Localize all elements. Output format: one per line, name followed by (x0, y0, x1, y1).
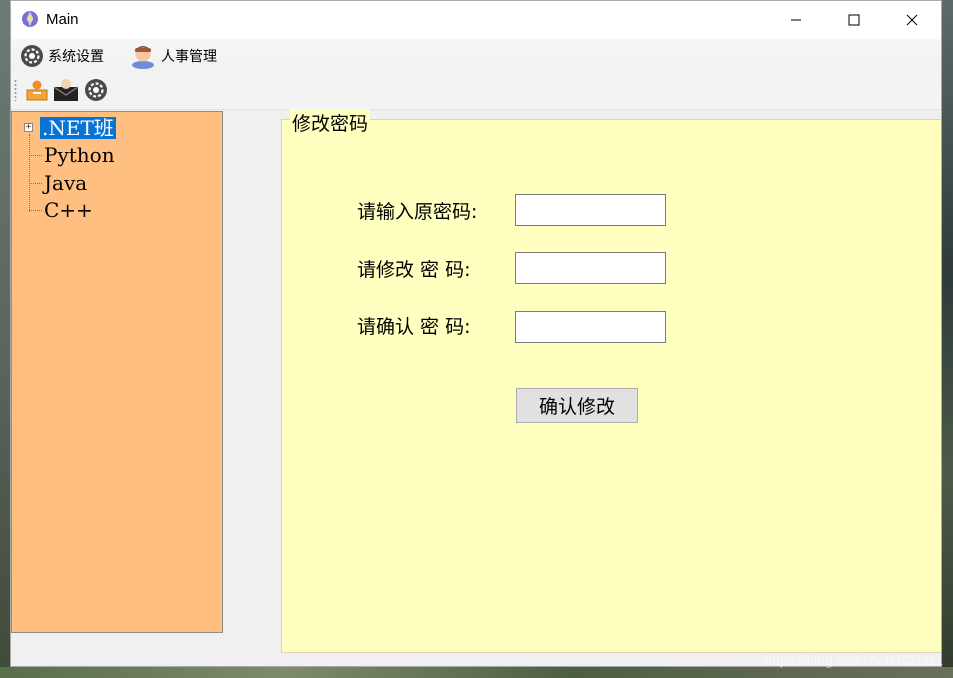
maximize-icon (848, 14, 860, 26)
tree-node[interactable]: Python (42, 144, 117, 166)
tree-node-label: Python (44, 143, 115, 167)
confirm-change-button[interactable]: 确认修改 (516, 388, 638, 423)
window-title: Main (46, 11, 79, 28)
gear-icon (85, 79, 107, 101)
minimize-icon (791, 19, 801, 21)
toolbar-settings-button[interactable] (83, 77, 109, 103)
tree-connector-line (29, 134, 30, 212)
person-icon (132, 46, 154, 69)
maximize-button[interactable] (825, 1, 883, 39)
minimize-button[interactable] (767, 1, 825, 39)
envelope-user-icon (53, 79, 79, 101)
gear-icon (21, 45, 43, 67)
toolbar-mail-button[interactable] (53, 77, 79, 103)
tree-expander-icon[interactable]: + (24, 123, 33, 132)
tree-node[interactable]: .NET班 (40, 117, 116, 139)
toolbar-grip[interactable] (14, 79, 17, 101)
close-icon (906, 14, 918, 26)
tree-connector (29, 210, 42, 211)
new-password-label: 请修改 密 码: (357, 259, 471, 281)
tree-node-label: Java (44, 171, 88, 195)
user-folder-icon (26, 80, 48, 101)
confirm-password-input[interactable] (515, 311, 666, 343)
menu-hr-management[interactable]: 人事管理 (129, 43, 217, 69)
old-password-input[interactable] (515, 194, 666, 226)
title-bar[interactable]: Main (11, 1, 941, 39)
toolbar-user-button[interactable] (24, 77, 50, 103)
menu-hr-label: 人事管理 (161, 49, 217, 65)
watermark-text: https://blog.csdn.net/JCD311 (764, 652, 943, 668)
class-tree-view[interactable]: + .NET班 Python Java C++ (11, 111, 223, 633)
tree-node[interactable]: Java (42, 172, 89, 194)
app-icon (22, 11, 38, 27)
tree-connector (29, 155, 42, 156)
close-button[interactable] (883, 1, 941, 39)
main-window: Main 系统设置 人事管理 + .NET班 Python Java C++ 修… (10, 0, 942, 667)
tree-connector (29, 183, 42, 184)
toolbar (11, 73, 941, 110)
desktop-background (942, 0, 953, 678)
desktop-background-bottom (0, 667, 953, 678)
menu-bar: 系统设置 人事管理 (11, 39, 941, 73)
confirm-password-label: 请确认 密 码: (357, 316, 471, 338)
tree-node[interactable]: C++ (42, 199, 95, 221)
new-password-input[interactable] (515, 252, 666, 284)
menu-system-label: 系统设置 (48, 49, 104, 65)
tree-node-label: .NET班 (40, 116, 116, 140)
old-password-label: 请输入原密码: (357, 201, 478, 223)
menu-system-settings[interactable]: 系统设置 (20, 43, 104, 69)
tree-node-label: C++ (44, 198, 93, 222)
groupbox-title: 修改密码 (290, 109, 371, 136)
